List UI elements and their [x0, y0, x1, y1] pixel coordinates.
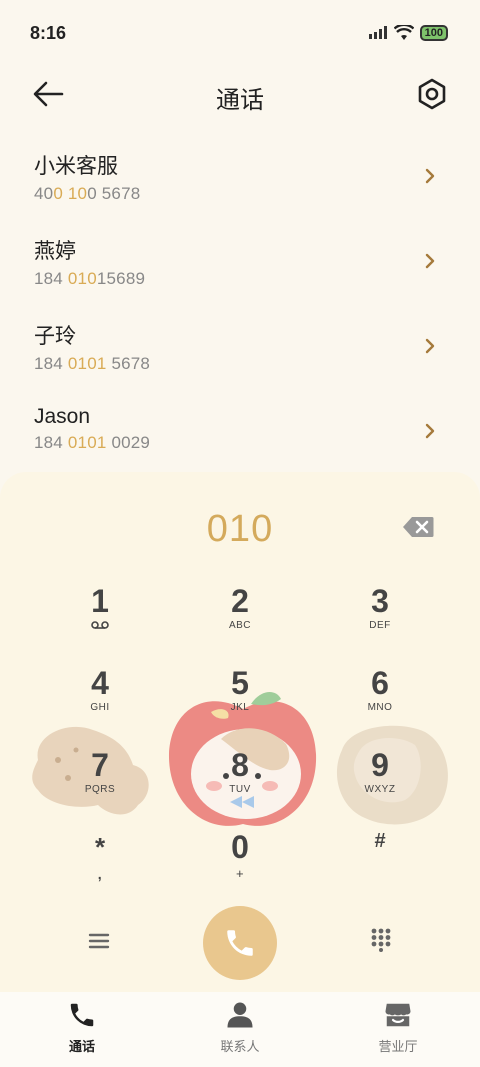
dialpad-icon[interactable] — [370, 928, 392, 952]
tab-label: 通话 — [68, 1039, 95, 1054]
contact-number: 184 01015689 — [34, 269, 146, 288]
tab-store[interactable]: 营业厅 — [338, 1000, 458, 1055]
contact-name: 小米客服 — [34, 155, 118, 178]
key-7[interactable]: 7 PQRS — [40, 748, 160, 795]
key-hash[interactable]: # — [320, 830, 440, 858]
key-5[interactable]: 5 JKL — [180, 666, 300, 713]
chevron-right-icon — [425, 253, 435, 269]
list-item[interactable]: 燕婷 184 01015689 — [0, 225, 480, 310]
contact-name: 燕婷 — [34, 240, 76, 263]
backspace-icon[interactable] — [402, 516, 434, 538]
key-2[interactable]: 2 ABC — [180, 584, 300, 631]
key-star[interactable]: * , — [40, 830, 160, 882]
matched-contacts-list: 小米客服 400 100 5678 燕婷 184 01015689 子玲 184… — [0, 140, 480, 480]
list-item[interactable]: 小米客服 400 100 5678 — [0, 140, 480, 225]
status-time: 8:16 — [30, 23, 67, 43]
contact-number: 184 0101 5678 — [34, 354, 151, 373]
voicemail-icon — [91, 621, 109, 629]
menu-icon[interactable] — [88, 932, 110, 950]
dialer-actions — [0, 904, 480, 984]
key-3[interactable]: 3 DEF — [320, 584, 440, 631]
chevron-right-icon — [425, 338, 435, 354]
key-9[interactable]: 9 WXYZ — [320, 748, 440, 795]
phone-icon — [227, 930, 253, 956]
list-item[interactable]: Jason 184 0101 0029 — [0, 395, 480, 480]
contact-name: Jason — [34, 405, 91, 428]
page-title: 通话 — [216, 87, 264, 114]
contact-number: 400 100 5678 — [34, 184, 141, 203]
wifi-icon — [393, 25, 414, 40]
list-item[interactable]: 子玲 184 0101 5678 — [0, 310, 480, 395]
battery-icon: 100 — [419, 25, 448, 41]
status-icons: 100 — [368, 25, 448, 41]
key-0[interactable]: 0 + — [180, 830, 300, 881]
signal-icon — [368, 26, 387, 39]
bottom-nav: 通话 联系人 营业厅 — [0, 992, 480, 1067]
person-icon — [227, 1002, 253, 1028]
gear-icon[interactable] — [414, 76, 450, 112]
dialer-panel: 010 1 2 ABC 3 DEF 4 GHI 5 JKL 6 MNO 7 PQ… — [0, 472, 480, 992]
key-8[interactable]: 8 TUV — [180, 748, 300, 795]
chevron-right-icon — [425, 423, 435, 439]
key-1[interactable]: 1 — [40, 584, 160, 630]
tab-label: 联系人 — [220, 1039, 260, 1054]
chevron-right-icon — [425, 168, 435, 184]
contact-number: 184 0101 0029 — [34, 433, 151, 452]
phone-icon — [70, 1003, 94, 1027]
tab-contacts[interactable]: 联系人 — [180, 1000, 300, 1055]
key-4[interactable]: 4 GHI — [40, 666, 160, 713]
tab-label: 营业厅 — [378, 1039, 418, 1054]
contact-name: 子玲 — [34, 325, 76, 348]
call-button[interactable] — [203, 906, 277, 980]
key-6[interactable]: 6 MNO — [320, 666, 440, 713]
status-bar: 8:16 100 — [0, 0, 480, 66]
tab-calls[interactable]: 通话 — [22, 1000, 142, 1055]
header: 通话 — [0, 70, 480, 120]
store-icon — [385, 1003, 411, 1027]
